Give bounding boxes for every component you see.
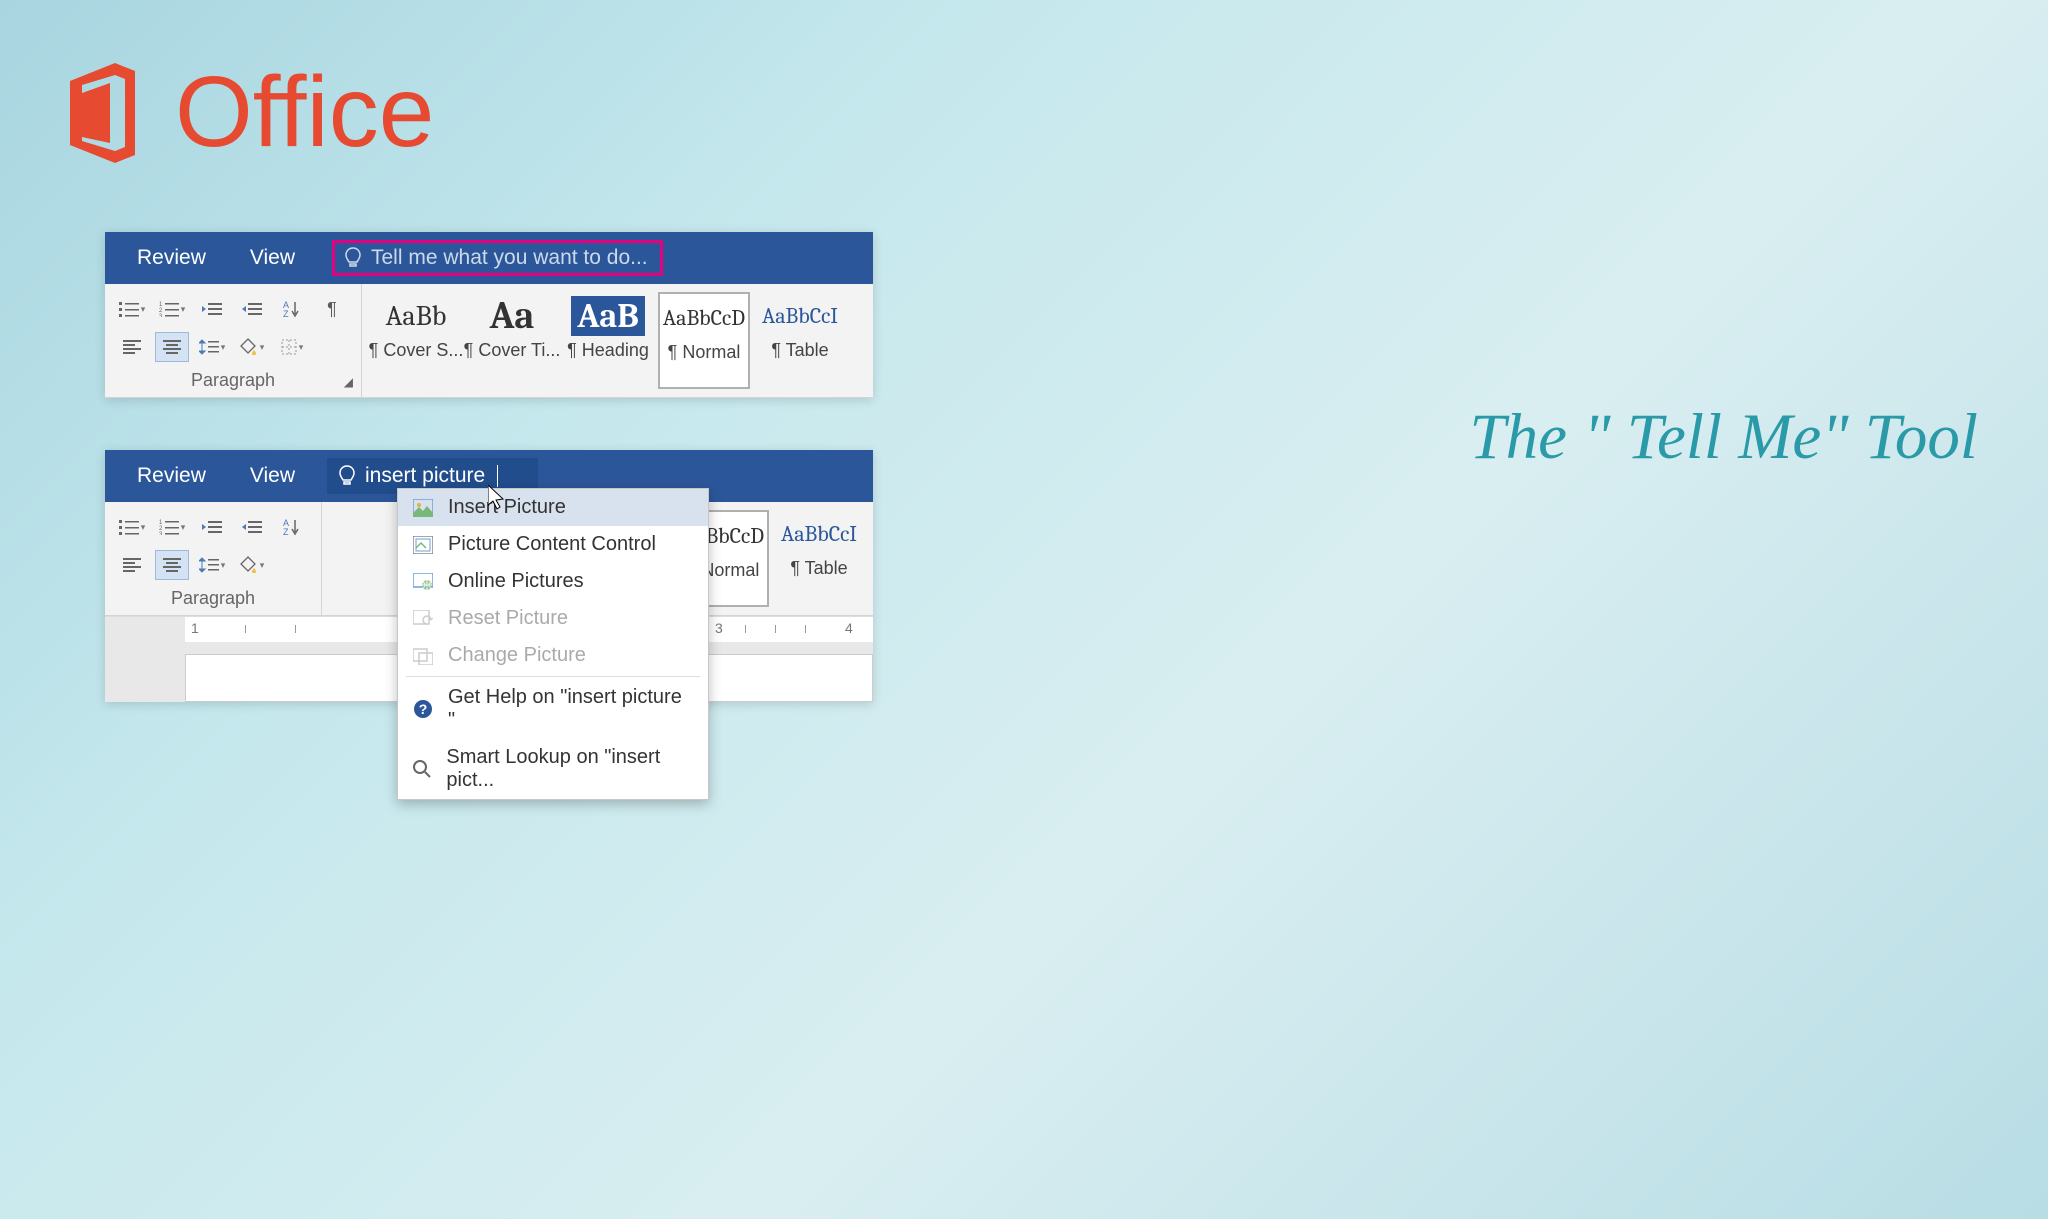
style-table[interactable]: AaBbCcI¶ Table — [754, 292, 846, 389]
tell-me-box[interactable]: Tell me what you want to do... — [332, 240, 663, 276]
tab-view[interactable]: View — [228, 232, 317, 284]
online-pictures-icon — [412, 571, 434, 593]
svg-text:3: 3 — [159, 532, 163, 535]
picture-icon — [412, 497, 434, 519]
tell-me-dropdown: Insert Picture Picture Content Control O… — [397, 488, 709, 800]
menu-insert-picture[interactable]: Insert Picture — [398, 489, 708, 526]
change-picture-icon — [412, 645, 434, 667]
sort-button[interactable]: AZ — [275, 294, 309, 324]
tell-me-input-text: insert picture — [365, 464, 485, 488]
smart-lookup-icon — [412, 758, 432, 780]
increase-indent-button[interactable] — [235, 512, 269, 542]
titlebar: Review View Tell me what you want to do.… — [105, 232, 873, 284]
borders-button[interactable]: ▾ — [275, 332, 309, 362]
office-logo: Office — [60, 55, 434, 170]
style-heading[interactable]: AaB¶ Heading — [562, 292, 654, 389]
align-left-button[interactable] — [115, 332, 149, 362]
align-center-button[interactable] — [155, 332, 189, 362]
show-hide-button[interactable]: ¶ — [315, 294, 349, 324]
text-caret — [497, 465, 498, 487]
svg-text:Z: Z — [283, 527, 289, 536]
svg-text:3: 3 — [159, 314, 163, 317]
menu-reset-picture: Reset Picture — [398, 600, 708, 637]
bullets-button[interactable]: ▾ — [115, 512, 149, 542]
paragraph-group-label: Paragraph — [115, 582, 311, 611]
svg-text:?: ? — [419, 701, 428, 717]
align-left-button[interactable] — [115, 550, 149, 580]
style-cover-s[interactable]: AaBb¶ Cover S... — [370, 292, 462, 389]
lightbulb-icon — [343, 246, 363, 270]
mouse-cursor — [488, 485, 508, 511]
slide-title: The " Tell Me" Tool — [1470, 400, 1978, 475]
increase-indent-button[interactable] — [235, 294, 269, 324]
picture-control-icon — [412, 534, 434, 556]
menu-picture-content-control[interactable]: Picture Content Control — [398, 526, 708, 563]
menu-smart-lookup[interactable]: Smart Lookup on "insert pict... — [398, 739, 708, 799]
paragraph-dialog-launcher[interactable]: ◢ — [344, 375, 353, 389]
style-cover-ti[interactable]: Aa¶ Cover Ti... — [466, 292, 558, 389]
tell-me-placeholder: Tell me what you want to do... — [371, 246, 648, 270]
line-spacing-button[interactable]: ▾ — [195, 550, 229, 580]
help-icon: ? — [412, 698, 434, 720]
paragraph-group-label: Paragraph ◢ — [115, 364, 351, 393]
svg-text:Z: Z — [283, 309, 289, 318]
tab-view[interactable]: View — [228, 450, 317, 502]
styles-gallery: AaBb¶ Cover S... Aa¶ Cover Ti... AaB¶ He… — [362, 284, 854, 397]
office-icon — [60, 63, 145, 163]
decrease-indent-button[interactable] — [195, 294, 229, 324]
shading-button[interactable]: ▾ — [235, 550, 269, 580]
style-normal[interactable]: AaBbCcD¶ Normal — [658, 292, 750, 389]
paragraph-group: ▾ 123▾ AZ — [105, 502, 322, 615]
decrease-indent-button[interactable] — [195, 512, 229, 542]
sort-button[interactable]: AZ — [275, 512, 309, 542]
menu-get-help[interactable]: ? Get Help on "insert picture " — [398, 679, 708, 739]
lightbulb-icon — [337, 464, 357, 488]
paragraph-group: ▾ 123▾ AZ ¶ — [105, 284, 362, 397]
numbering-button[interactable]: 123▾ — [155, 512, 189, 542]
line-spacing-button[interactable]: ▾ — [195, 332, 229, 362]
tab-review[interactable]: Review — [115, 232, 228, 284]
ribbon: ▾ 123▾ AZ ¶ — [105, 284, 873, 398]
tab-review[interactable]: Review — [115, 450, 228, 502]
office-text: Office — [175, 55, 434, 170]
style-table[interactable]: AaBbCcI¶ Table — [773, 510, 865, 607]
numbering-button[interactable]: 123▾ — [155, 294, 189, 324]
bullets-button[interactable]: ▾ — [115, 294, 149, 324]
menu-online-pictures[interactable]: Online Pictures — [398, 563, 708, 600]
reset-picture-icon — [412, 608, 434, 630]
menu-change-picture: Change Picture — [398, 637, 708, 674]
shading-button[interactable]: ▾ — [235, 332, 269, 362]
align-center-button[interactable] — [155, 550, 189, 580]
word-window-placeholder: Review View Tell me what you want to do.… — [105, 232, 873, 398]
